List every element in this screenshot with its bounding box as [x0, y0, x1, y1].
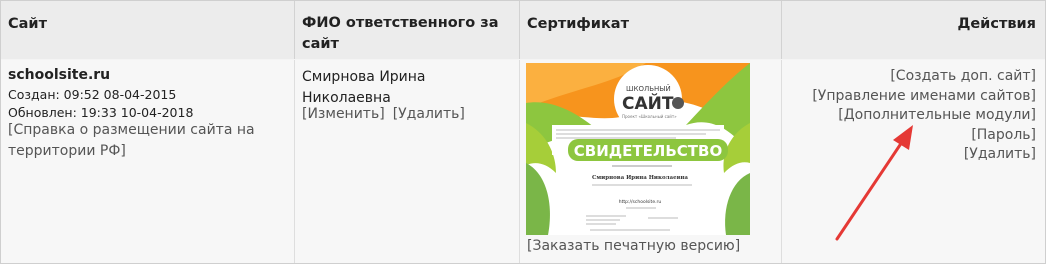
owner-name: Смирнова Ирина Николаевна [302, 69, 426, 106]
column-header-owner: ФИО ответственного за сайт [295, 1, 520, 59]
cert-person: Смирнова Ирина Николаевна [592, 175, 688, 181]
cert-heading: СВИДЕТЕЛЬСТВО [574, 142, 722, 160]
column-header-actions-label: Действия [957, 16, 1036, 32]
column-header-certificate: Сертификат [520, 1, 782, 59]
manage-site-names-link[interactable]: [Управление именами сайтов] [812, 87, 1036, 107]
site-cell: schoolsite.ru Создан: 09:52 08-04-2015 О… [1, 60, 295, 263]
site-updated: Обновлен: 19:33 10-04-2018 [8, 105, 194, 120]
owner-edit-link[interactable]: [Изменить] [302, 106, 385, 122]
table-header: Сайт ФИО ответственного за сайт Сертифик… [1, 1, 1045, 59]
create-extra-site-link[interactable]: [Создать доп. сайт] [812, 67, 1036, 87]
certificate-cell: ШКОЛЬНЫЙ САЙТ Проект «Школьный сайт» СВИ… [520, 60, 782, 263]
certificate-image[interactable]: ШКОЛЬНЫЙ САЙТ Проект «Школьный сайт» СВИ… [526, 63, 750, 235]
cert-logo-main: САЙТ [622, 92, 674, 114]
column-header-actions: Действия [782, 1, 1045, 59]
actions-list: [Создать доп. сайт] [Управление именами … [812, 67, 1036, 165]
password-link[interactable]: [Пароль] [812, 126, 1036, 146]
owner-cell: Смирнова Ирина Николаевна [Изменить] [Уда… [295, 60, 520, 263]
actions-cell: [Создать доп. сайт] [Управление именами … [782, 60, 1045, 263]
additional-modules-link[interactable]: [Дополнительные модули] [812, 106, 1036, 126]
cert-logo-top: ШКОЛЬНЫЙ [626, 84, 671, 93]
table-row: schoolsite.ru Создан: 09:52 08-04-2015 О… [1, 60, 1045, 263]
order-print-link[interactable]: [Заказать печатную версию] [527, 236, 740, 257]
column-header-site-label: Сайт [8, 16, 47, 32]
delete-site-link[interactable]: [Удалить] [812, 145, 1036, 165]
site-name: schoolsite.ru [8, 67, 111, 83]
column-header-certificate-label: Сертификат [527, 16, 629, 32]
sites-table: Сайт ФИО ответственного за сайт Сертифик… [0, 0, 1046, 264]
owner-actions: [Изменить] [Удалить] [302, 104, 465, 125]
cert-logo-tag: Проект «Школьный сайт» [622, 114, 677, 119]
column-header-owner-label: ФИО ответственного за сайт [302, 15, 499, 52]
site-created: Создан: 09:52 08-04-2015 [8, 87, 177, 102]
column-header-site: Сайт [1, 1, 295, 59]
owner-delete-link[interactable]: [Удалить] [393, 106, 465, 122]
help-hosting-link[interactable]: [Справка о размещении сайта на территори… [8, 120, 288, 162]
cert-url: http://schoolsite.ru [619, 199, 662, 205]
